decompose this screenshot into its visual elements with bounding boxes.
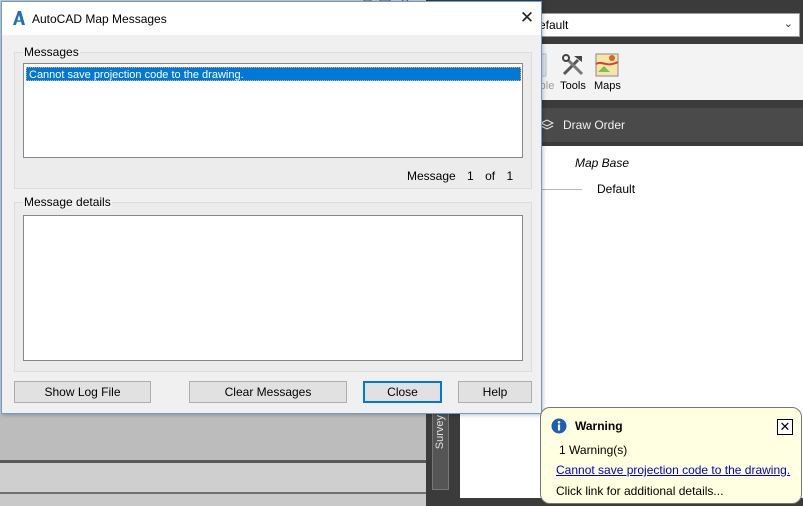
show-log-file-button[interactable]: Show Log File bbox=[14, 381, 151, 403]
info-icon bbox=[551, 418, 567, 434]
autocad-logo-icon bbox=[13, 11, 25, 25]
tree-connector bbox=[540, 189, 582, 190]
tools-icon bbox=[560, 52, 586, 78]
warning-title: Warning bbox=[575, 419, 623, 433]
list-item[interactable]: Cannot save projection code to the drawi… bbox=[26, 67, 521, 81]
map-icon bbox=[594, 52, 620, 78]
draw-order-label: Draw Order bbox=[563, 118, 626, 132]
messages-group: Messages Cannot save projection code to … bbox=[14, 45, 532, 189]
messages-list[interactable]: Cannot save projection code to the drawi… bbox=[23, 63, 523, 158]
counter-of: of bbox=[485, 169, 496, 183]
command-line-area bbox=[0, 463, 426, 493]
map-tree-panel: Map Base Default bbox=[530, 146, 803, 398]
workspace-dropdown[interactable]: efault ⌄ bbox=[530, 13, 800, 37]
ribbon-button-maps[interactable]: Maps bbox=[594, 52, 621, 92]
ribbon-panel: ble Tools Maps bbox=[530, 44, 803, 100]
message-details-box[interactable] bbox=[23, 215, 523, 361]
tab-survey[interactable]: Survey bbox=[432, 410, 449, 490]
ribbon-button-tools[interactable]: Tools bbox=[560, 52, 586, 92]
details-group-label: Message details bbox=[23, 195, 112, 209]
clear-messages-button[interactable]: Clear Messages bbox=[189, 381, 347, 403]
drawing-status-strip bbox=[0, 414, 426, 460]
warning-hint: Click link for additional details... bbox=[556, 484, 724, 498]
warning-count: 1 Warning(s) bbox=[559, 443, 628, 457]
close-icon[interactable]: ✕ bbox=[777, 419, 793, 435]
counter-total: 1 bbox=[506, 169, 514, 183]
message-details-group: Message details bbox=[14, 195, 532, 372]
dialog-titlebar[interactable]: AutoCAD Map Messages ✕ bbox=[2, 2, 541, 35]
message-counter: Message 1 of 1 bbox=[407, 169, 521, 183]
close-icon[interactable]: ✕ bbox=[513, 7, 541, 31]
ribbon-button-label: Tools bbox=[560, 80, 586, 92]
warning-link[interactable]: Cannot save projection code to the drawi… bbox=[556, 463, 790, 477]
divider-line bbox=[0, 492, 426, 494]
ribbon-button-label: Maps bbox=[594, 80, 621, 92]
layers-icon bbox=[540, 119, 554, 130]
chevron-down-icon: ⌄ bbox=[783, 18, 793, 30]
close-button[interactable]: Close bbox=[363, 381, 442, 403]
dropdown-value: efault bbox=[539, 18, 569, 32]
map-messages-dialog: AutoCAD Map Messages ✕ Messages Cannot s… bbox=[1, 1, 542, 414]
warning-balloon: Warning ✕ 1 Warning(s) Cannot save proje… bbox=[540, 407, 802, 504]
help-button[interactable]: Help bbox=[458, 381, 532, 403]
counter-current: 1 bbox=[467, 169, 474, 183]
tree-node-default[interactable]: Default bbox=[597, 182, 635, 196]
dialog-title: AutoCAD Map Messages bbox=[32, 12, 167, 26]
tree-node-map-base[interactable]: Map Base bbox=[575, 156, 629, 170]
tab-survey-label: Survey bbox=[434, 415, 446, 450]
messages-group-label: Messages bbox=[23, 45, 80, 59]
draw-order-button[interactable]: Draw Order bbox=[530, 108, 803, 142]
counter-label: Message bbox=[407, 169, 456, 183]
